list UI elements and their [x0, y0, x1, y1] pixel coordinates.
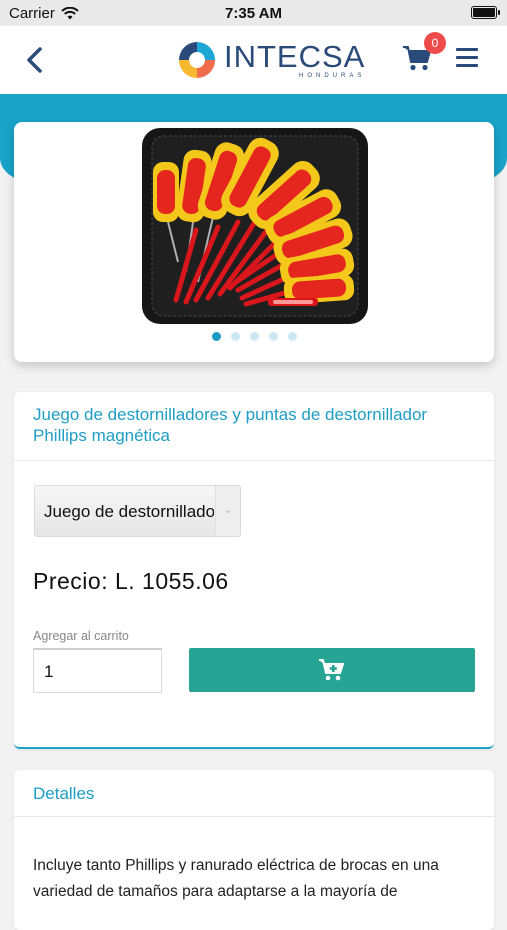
details-heading: Detalles	[14, 770, 494, 817]
chevron-left-icon	[27, 47, 42, 73]
quantity-label: Agregar al carrito	[33, 629, 129, 643]
details-card: Detalles Incluye tanto Phillips y ranura…	[14, 770, 494, 930]
carousel-dot[interactable]	[249, 332, 259, 341]
carousel-dot[interactable]	[268, 332, 278, 341]
cart-plus-icon	[319, 659, 344, 681]
variant-selected-value: Juego de destornilladores y puntas	[44, 502, 214, 521]
intecsa-logo: INTECSA HONDURAS	[176, 36, 365, 84]
variant-select[interactable]: Juego de destornilladores y puntas ⌄	[34, 485, 241, 537]
menu-button[interactable]	[456, 48, 478, 68]
carousel-indicator	[14, 332, 494, 341]
hamburger-menu-icon	[456, 48, 478, 67]
navbar: INTECSA HONDURAS 0	[0, 26, 507, 94]
status-bar: Carrier 7:35 AM	[0, 0, 507, 26]
logo-wordmark: INTECSA	[224, 39, 366, 74]
clock: 7:35 AM	[225, 5, 282, 22]
chevron-down-icon: ⌄	[215, 486, 240, 536]
quantity-input[interactable]: 1	[33, 648, 162, 693]
add-to-cart-button[interactable]	[189, 648, 475, 692]
product-image-carousel[interactable]	[14, 122, 494, 362]
battery-icon	[471, 6, 500, 19]
product-card: Juego de destornilladores y puntas de de…	[14, 392, 494, 749]
logo-mark-icon	[179, 42, 215, 78]
details-description: Incluye tanto Phillips y ranurado eléctr…	[33, 857, 439, 900]
product-price: Precio: L. 1055.06	[33, 568, 229, 594]
carousel-dot[interactable]	[287, 332, 297, 341]
back-button[interactable]	[20, 43, 50, 77]
cart-count-badge: 0	[424, 32, 446, 54]
logo-country: HONDURAS	[299, 73, 366, 79]
carousel-dot[interactable]	[230, 332, 240, 341]
product-title: Juego de destornilladores y puntas de de…	[14, 392, 494, 461]
product-image	[142, 128, 368, 324]
carousel-dot[interactable]	[211, 332, 221, 341]
